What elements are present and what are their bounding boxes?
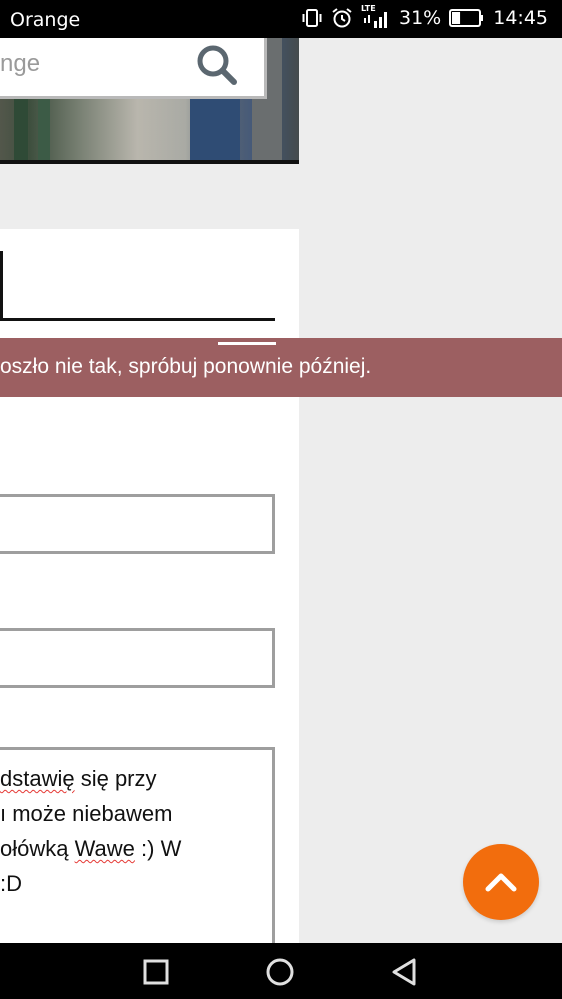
status-bar: Orange LTE 31% 14:45 xyxy=(0,0,562,38)
chevron-up-icon xyxy=(485,873,517,892)
navigation-bar xyxy=(0,943,562,999)
battery-percent: 31% xyxy=(399,7,442,29)
message-textarea[interactable]: dstawię się przy ı może niebawem ołówką … xyxy=(0,747,275,957)
error-banner: oszło nie tak, spróbuj ponownie później. xyxy=(0,338,562,397)
name-input[interactable] xyxy=(0,494,275,554)
clock: 14:45 xyxy=(493,7,548,29)
status-icons: LTE 31% 14:45 xyxy=(301,4,548,30)
error-message: oszło nie tak, spróbuj ponownie później. xyxy=(0,355,372,378)
battery-icon xyxy=(449,9,484,27)
email-input[interactable] xyxy=(0,628,275,688)
signal-icon xyxy=(364,12,387,28)
network-type: LTE xyxy=(361,4,391,30)
textarea-line: :D xyxy=(0,871,22,896)
vibrate-icon xyxy=(302,9,322,27)
textarea-line: ołówką Wawe :) W xyxy=(0,836,182,861)
search-icon[interactable] xyxy=(194,42,240,88)
hero-border xyxy=(0,160,299,164)
triangle-back-icon[interactable] xyxy=(388,955,422,989)
divider xyxy=(218,342,276,345)
scroll-top-button[interactable] xyxy=(463,844,539,920)
alarm-icon xyxy=(332,8,352,28)
textarea-line: ı może niebawem xyxy=(0,801,173,826)
misspelled-word: Wawe xyxy=(74,836,135,861)
top-input-field[interactable] xyxy=(0,251,275,321)
search-input-text: nge xyxy=(0,50,41,77)
textarea-line: dstawię się przy xyxy=(0,766,157,791)
circle-icon[interactable] xyxy=(263,955,297,989)
square-icon[interactable] xyxy=(139,955,173,989)
misspelled-word: dstawię xyxy=(0,766,75,791)
carrier-name: Orange xyxy=(10,9,81,31)
search-input[interactable]: nge xyxy=(0,38,267,99)
